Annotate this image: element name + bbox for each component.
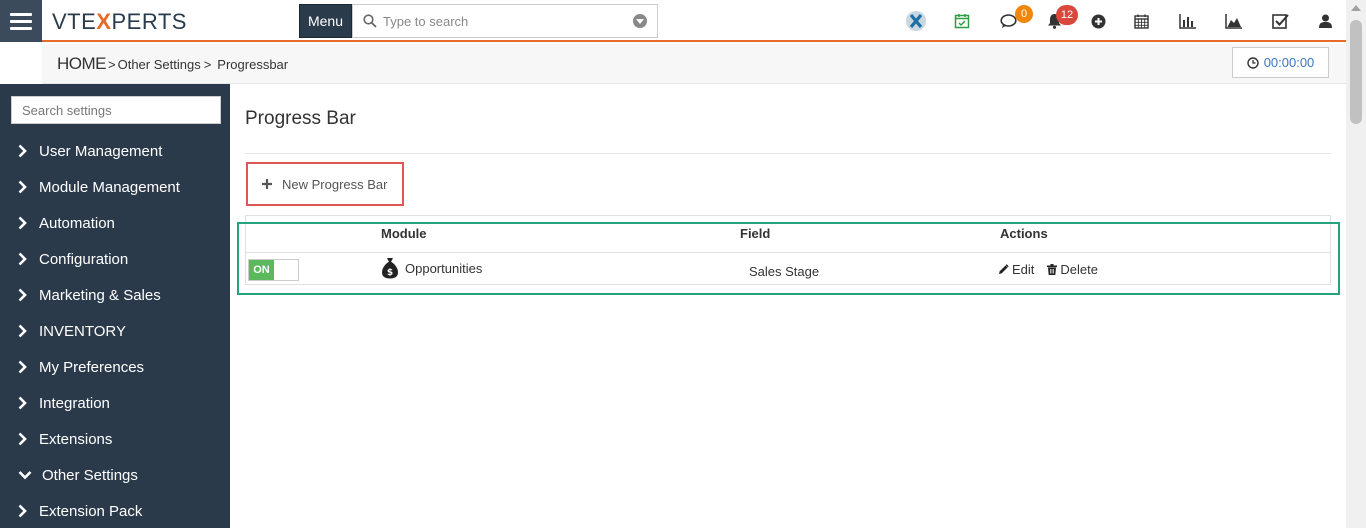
checkbox-icon[interactable] (1269, 10, 1291, 32)
sidebar-item-integration[interactable]: Integration (18, 391, 110, 415)
scroll-up-arrow-icon[interactable] (1351, 5, 1361, 11)
sidebar-item-automation[interactable]: Automation (18, 211, 115, 235)
search-dropdown-icon[interactable] (633, 14, 647, 28)
column-header-module: Module (381, 226, 427, 241)
breadcrumb-bar: HOME > Other Settings > Progressbar 00:0… (0, 44, 1346, 84)
scrollbar-thumb[interactable] (1350, 20, 1362, 124)
chevron-right-icon (18, 360, 30, 374)
toggle-on-label: ON (249, 260, 274, 280)
sidebar-item-label: Extensions (39, 430, 113, 448)
timer-button[interactable]: 00:00:00 (1232, 47, 1329, 78)
sidebar-item-label: INVENTORY (39, 322, 126, 340)
user-icon[interactable] (1314, 10, 1336, 32)
add-circle-icon[interactable] (1087, 10, 1109, 32)
clock-icon (1246, 56, 1259, 69)
main-content: Progress Bar New Progress Bar Module Fie… (230, 84, 1346, 528)
field-cell: Sales Stage (749, 264, 820, 279)
chevron-right-icon (18, 288, 30, 302)
sidebar-item-configuration[interactable]: Configuration (18, 247, 128, 271)
vtexperts-logo: VTEXPERTS (52, 9, 187, 34)
hamburger-menu-icon[interactable] (0, 0, 42, 42)
breadcrumb-other-settings[interactable]: Other Settings (118, 57, 201, 72)
chat-count-badge: 0 (1015, 5, 1033, 23)
sidebar-item-my-preferences[interactable]: My Preferences (18, 355, 144, 379)
page-scrollbar[interactable] (1346, 0, 1366, 528)
new-progress-bar-label: New Progress Bar (282, 176, 388, 192)
breadcrumb: HOME > Other Settings > Progressbar (57, 54, 288, 74)
edit-action[interactable]: Edit (998, 262, 1034, 277)
delete-action[interactable]: Delete (1047, 262, 1098, 277)
sidebar-item-label: Extension Pack (39, 502, 143, 520)
sidebar-item-other-settings[interactable]: Other Settings (18, 463, 138, 487)
breadcrumb-separator: > (108, 57, 116, 72)
sidebar-item-marketing-sales[interactable]: Marketing & Sales (18, 283, 161, 307)
sidebar-item-label: Marketing & Sales (39, 286, 161, 304)
sidebar-item-label: My Preferences (39, 358, 145, 376)
calendar-icon[interactable] (1130, 10, 1152, 32)
chevron-right-icon (18, 180, 30, 194)
new-progress-bar-button[interactable]: New Progress Bar (246, 162, 404, 206)
actions-cell: Edit Delete (998, 262, 1098, 277)
global-search-input[interactable] (383, 13, 623, 29)
sidebar-item-extensions[interactable]: Extensions (18, 427, 112, 451)
settings-sidebar: User Management Module Management Automati… (0, 84, 230, 528)
column-header-actions: Actions (1000, 226, 1048, 241)
vtexperts-x-icon[interactable] (905, 10, 927, 32)
chevron-right-icon (18, 252, 30, 266)
sidebar-item-label: Module Management (39, 178, 180, 196)
notification-count-badge: 12 (1056, 5, 1078, 25)
sidebar-item-label: Other Settings (42, 466, 138, 484)
svg-text:$: $ (387, 268, 393, 278)
status-toggle[interactable]: ON (248, 259, 299, 281)
sidebar-item-label: Automation (39, 214, 115, 232)
chevron-right-icon (18, 504, 30, 518)
chevron-right-icon (18, 396, 30, 410)
column-header-field: Field (740, 226, 771, 241)
search-icon (363, 14, 377, 28)
menu-button[interactable]: Menu (299, 4, 352, 38)
sidebar-item-module-management[interactable]: Module Management (18, 175, 180, 199)
sidebar-item-inventory[interactable]: INVENTORY (18, 319, 126, 343)
module-cell: $ Opportunities (381, 257, 482, 279)
trash-icon (1047, 264, 1058, 275)
breadcrumb-home[interactable]: HOME (57, 54, 107, 74)
chevron-right-icon (18, 216, 30, 230)
area-chart-icon[interactable] (1222, 10, 1244, 32)
breadcrumb-separator: > (203, 57, 212, 72)
bar-chart-icon[interactable] (1176, 10, 1198, 32)
breadcrumb-progressbar: Progressbar (217, 57, 289, 72)
money-bag-icon: $ (382, 258, 398, 279)
settings-search-input[interactable] (12, 97, 220, 123)
module-name: Opportunities (405, 260, 483, 276)
chevron-right-icon (18, 324, 30, 338)
settings-search (11, 96, 221, 124)
top-navbar: VTEXPERTS Menu 0 12 (0, 0, 1346, 42)
pencil-icon (999, 264, 1009, 274)
sidebar-item-extension-pack[interactable]: Extension Pack (18, 499, 142, 523)
sidebar-item-label: Configuration (39, 250, 129, 268)
chevron-down-icon (18, 468, 34, 482)
title-divider (245, 153, 1331, 154)
global-search (352, 4, 658, 38)
sidebar-item-label: User Management (39, 142, 163, 160)
plus-icon (262, 179, 272, 189)
page-title: Progress Bar (245, 108, 356, 129)
sidebar-item-label: Integration (39, 394, 110, 412)
chevron-right-icon (18, 144, 30, 158)
sidebar-item-user-management[interactable]: User Management (18, 139, 162, 163)
chevron-right-icon (18, 432, 30, 446)
calendar-check-icon[interactable] (951, 10, 973, 32)
timer-value: 00:00:00 (1263, 55, 1315, 70)
